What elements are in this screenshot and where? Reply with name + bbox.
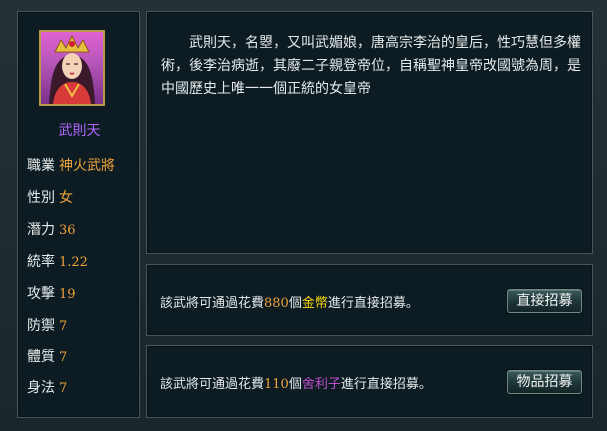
stat-value: 7 bbox=[59, 381, 68, 396]
stat-label: 性別 bbox=[27, 190, 55, 206]
item-recruit-text: 該武將可通過花費110個舍利子進行直接招募。 bbox=[160, 373, 432, 392]
stat-label: 體質 bbox=[27, 349, 55, 365]
stat-label: 潛力 bbox=[27, 222, 55, 238]
item-recruit-panel: 該武將可通過花費110個舍利子進行直接招募。 物品招募 bbox=[146, 345, 593, 418]
stat-label: 職業 bbox=[27, 158, 55, 174]
recruit-unit: 個 bbox=[288, 296, 302, 311]
gold-amount: 880 bbox=[264, 296, 289, 311]
stat-label: 防禦 bbox=[27, 318, 55, 334]
stat-agility: 身法 7 bbox=[27, 377, 67, 397]
general-info-window: 武則天 職業 神火武將 性別女 潛力 36 統率 1.22 攻擊 19 防禦 7 體質 7 … bbox=[0, 0, 607, 431]
general-name: 武則天 bbox=[58, 123, 101, 139]
recruit-suffix: 進行直接招募。 bbox=[340, 377, 432, 392]
recruit-suffix: 進行直接招募。 bbox=[327, 296, 419, 311]
direct-recruit-button[interactable]: 直接招募 bbox=[507, 289, 582, 313]
stat-label: 身法 bbox=[27, 380, 55, 396]
general-portrait bbox=[39, 30, 105, 106]
stat-value: 神火武將 bbox=[59, 158, 115, 174]
stat-class: 職業 神火武將 bbox=[27, 155, 115, 175]
stat-value: 19 bbox=[59, 287, 76, 302]
stat-value: 7 bbox=[59, 350, 68, 365]
stat-label: 攻擊 bbox=[27, 286, 55, 302]
stat-constitution: 體質 7 bbox=[27, 346, 67, 366]
item-name: 舍利子 bbox=[301, 377, 341, 392]
stat-gender: 性別女 bbox=[27, 187, 73, 207]
stat-value: 1.22 bbox=[59, 255, 88, 270]
stat-command: 統率 1.22 bbox=[27, 251, 88, 271]
stat-defense: 防禦 7 bbox=[27, 315, 67, 335]
general-description: 武則天，名曌，又叫武媚娘，唐高宗李治的皇后，性巧慧但多權術，後李治病逝，其廢二子… bbox=[161, 35, 581, 97]
gold-recruit-panel: 該武將可通過花費880個金幣進行直接招募。 直接招募 bbox=[146, 264, 593, 336]
stat-label: 統率 bbox=[27, 254, 55, 270]
item-recruit-button[interactable]: 物品招募 bbox=[507, 370, 582, 394]
item-amount: 110 bbox=[264, 377, 289, 392]
stat-value: 36 bbox=[59, 223, 76, 238]
general-description-panel: 武則天，名曌，又叫武媚娘，唐高宗李治的皇后，性巧慧但多權術，後李治病逝，其廢二子… bbox=[146, 11, 593, 254]
stat-attack: 攻擊 19 bbox=[27, 283, 76, 303]
recruit-prefix: 該武將可通過花費 bbox=[160, 296, 265, 311]
gold-recruit-text: 該武將可通過花費880個金幣進行直接招募。 bbox=[160, 292, 419, 311]
stat-potential: 潛力 36 bbox=[27, 219, 76, 239]
general-profile-panel: 武則天 職業 神火武將 性別女 潛力 36 統率 1.22 攻擊 19 防禦 7 體質 7 … bbox=[17, 11, 140, 418]
currency-name: 金幣 bbox=[301, 296, 328, 311]
stat-value: 7 bbox=[59, 319, 68, 334]
recruit-unit: 個 bbox=[288, 377, 302, 392]
recruit-prefix: 該武將可通過花費 bbox=[160, 377, 265, 392]
stat-value: 女 bbox=[59, 190, 73, 206]
